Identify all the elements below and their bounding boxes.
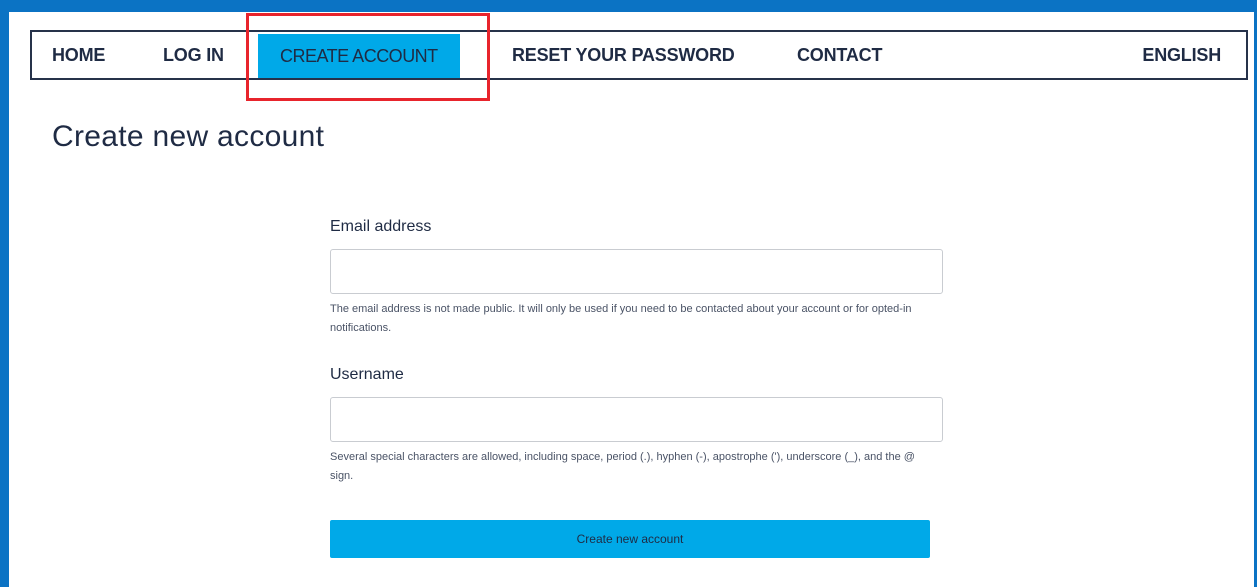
email-label: Email address — [330, 218, 432, 235]
window-frame-top — [0, 0, 1257, 12]
username-help-text: Several special characters are allowed, … — [330, 451, 915, 482]
nav-item-contact[interactable]: CONTACT — [797, 32, 882, 78]
nav-item-create-account[interactable]: CREATE ACCOUNT — [258, 34, 460, 78]
create-account-button[interactable]: Create new account — [330, 520, 930, 558]
username-input[interactable] — [330, 397, 943, 442]
nav-item-home[interactable]: HOME — [52, 32, 105, 78]
username-label: Username — [330, 366, 404, 383]
main-navigation: HOME LOG IN CREATE ACCOUNT RESET YOUR PA… — [30, 30, 1248, 80]
email-help-text: The email address is not made public. It… — [330, 303, 912, 334]
nav-item-reset-password[interactable]: RESET YOUR PASSWORD — [512, 32, 735, 78]
nav-item-create-account-label: CREATE ACCOUNT — [280, 46, 438, 66]
page-title: Create new account — [52, 120, 325, 153]
language-selector[interactable]: ENGLISH — [1142, 32, 1221, 78]
nav-item-log-in[interactable]: LOG IN — [163, 32, 224, 78]
window-frame-left — [0, 0, 9, 587]
email-input[interactable] — [330, 249, 943, 294]
